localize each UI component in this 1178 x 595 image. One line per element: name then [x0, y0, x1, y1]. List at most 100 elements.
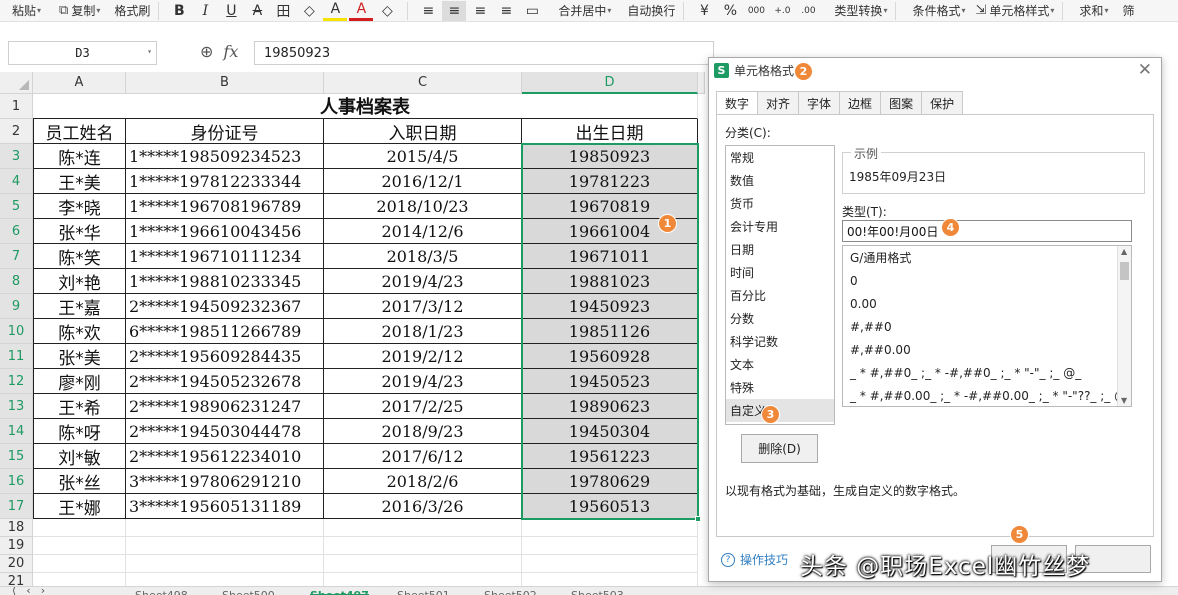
table-cell[interactable]: 2017/3/12 — [324, 294, 522, 319]
empty-cell[interactable] — [324, 555, 522, 573]
sheet-tab[interactable]: Sheet501 — [397, 587, 450, 595]
magnifier-icon[interactable]: ⊕ — [200, 42, 213, 61]
category-item[interactable]: 特殊 — [726, 376, 834, 399]
row-header-5[interactable]: 5 — [0, 194, 33, 219]
italic-button[interactable]: I — [193, 1, 217, 21]
merge-center-button[interactable]: 合并居中 ▾ — [558, 2, 611, 19]
fill-color-button[interactable]: ◇ — [297, 1, 321, 21]
table-cell[interactable]: 陈*呀 — [33, 419, 126, 444]
table-cell[interactable]: 3*****195605131189 — [126, 494, 324, 519]
column-title[interactable]: 出生日期 — [522, 119, 698, 144]
table-cell[interactable]: 陈*笑 — [33, 244, 126, 269]
table-cell[interactable]: 2*****194505232678 — [126, 369, 324, 394]
table-cell[interactable]: 2019/2/12 — [324, 344, 522, 369]
format-item[interactable]: G/通用格式 — [843, 246, 1131, 269]
table-cell[interactable]: 2017/6/12 — [324, 444, 522, 469]
sum-button[interactable]: 求和 ▾ — [1079, 2, 1108, 19]
select-all-corner[interactable] — [0, 72, 33, 94]
align-center-button[interactable]: ≡ — [442, 0, 467, 21]
align-left-button[interactable]: ≡ — [416, 1, 440, 21]
filter-button[interactable]: 筛 — [1122, 2, 1134, 19]
table-cell[interactable]: 2019/4/23 — [324, 269, 522, 294]
empty-cell[interactable] — [33, 573, 126, 586]
empty-cell[interactable] — [126, 555, 324, 573]
table-cell[interactable]: 19781223 — [522, 169, 698, 194]
close-icon[interactable]: ✕ — [1138, 60, 1152, 80]
table-cell[interactable]: 1*****198509234523 — [126, 144, 324, 169]
empty-cell[interactable] — [324, 537, 522, 555]
justify-button[interactable]: ≡ — [494, 1, 518, 21]
row-header-6[interactable]: 6 — [0, 219, 33, 244]
decrease-decimal-button[interactable]: .00 — [796, 1, 820, 21]
sheet-tab[interactable]: Sheet502 — [484, 587, 537, 595]
table-cell[interactable]: 2018/9/23 — [324, 419, 522, 444]
empty-cell[interactable] — [126, 573, 324, 586]
scroll-up-icon[interactable]: ▲ — [1121, 247, 1127, 256]
table-cell[interactable]: 19450923 — [522, 294, 698, 319]
row-header-20[interactable]: 20 — [0, 555, 33, 573]
column-title[interactable]: 员工姓名 — [33, 119, 126, 144]
table-cell[interactable]: 1*****198810233345 — [126, 269, 324, 294]
table-cell[interactable]: 1*****196708196789 — [126, 194, 324, 219]
align-right-button[interactable]: ≡ — [468, 1, 492, 21]
table-cell[interactable]: 19850923 — [522, 144, 698, 169]
category-item[interactable]: 科学记数 — [726, 330, 834, 353]
table-cell[interactable]: 张*丝 — [33, 469, 126, 494]
format-item[interactable]: #,##0.00 — [843, 338, 1131, 361]
table-cell[interactable]: 2014/12/6 — [324, 219, 522, 244]
table-cell[interactable]: 张*美 — [33, 344, 126, 369]
paste-button[interactable]: 粘贴 ▾ — [12, 2, 41, 19]
row-header-12[interactable]: 12 — [0, 369, 33, 394]
dialog-tab[interactable]: 字体 — [799, 91, 841, 115]
table-cell[interactable]: 王*娜 — [33, 494, 126, 519]
table-cell[interactable]: 3*****197806291210 — [126, 469, 324, 494]
dialog-tab[interactable]: 边框 — [840, 91, 882, 115]
table-cell[interactable]: 2018/1/23 — [324, 319, 522, 344]
table-cell[interactable]: 19851126 — [522, 319, 698, 344]
empty-cell[interactable] — [126, 537, 324, 555]
row-header-4[interactable]: 4 — [0, 169, 33, 194]
empty-cell[interactable] — [522, 573, 698, 586]
table-cell[interactable]: 2017/2/25 — [324, 394, 522, 419]
format-item[interactable]: #,##0 — [843, 315, 1131, 338]
bold-button[interactable]: B — [167, 1, 191, 21]
dialog-titlebar[interactable]: S 单元格格式 ✕ — [709, 58, 1161, 84]
table-cell[interactable]: 19881023 — [522, 269, 698, 294]
empty-cell[interactable] — [522, 519, 698, 537]
clear-format-button[interactable]: ◇ — [375, 1, 399, 21]
table-cell[interactable]: 19450304 — [522, 419, 698, 444]
format-item[interactable]: 0 — [843, 269, 1131, 292]
category-item[interactable]: 常规 — [726, 146, 834, 169]
format-list-scrollbar[interactable]: ▲ ▼ — [1117, 246, 1131, 406]
table-cell[interactable]: 19561223 — [522, 444, 698, 469]
row-header-11[interactable]: 11 — [0, 344, 33, 369]
category-item[interactable]: 文本 — [726, 353, 834, 376]
sheet-nav-arrows[interactable]: ⟨‹› — [12, 587, 55, 595]
cell-style-button[interactable]: ⇲ 单元格样式 ▾ — [975, 2, 1054, 19]
table-cell[interactable]: 2018/3/5 — [324, 244, 522, 269]
distributed-button[interactable]: ▭ — [520, 1, 544, 21]
table-cell[interactable]: 2*****195612234010 — [126, 444, 324, 469]
category-item[interactable]: 数值 — [726, 169, 834, 192]
empty-cell[interactable] — [33, 519, 126, 537]
conditional-format-button[interactable]: 条件格式 ▾ — [912, 2, 965, 19]
table-cell[interactable]: 19450523 — [522, 369, 698, 394]
row-header-10[interactable]: 10 — [0, 319, 33, 344]
table-cell[interactable]: 2019/4/23 — [324, 369, 522, 394]
scroll-down-icon[interactable]: ▼ — [1121, 396, 1127, 405]
sheet-tab[interactable]: Sheet500 — [222, 587, 275, 595]
table-cell[interactable]: 廖*刚 — [33, 369, 126, 394]
wrap-text-button[interactable]: 自动换行 — [627, 2, 675, 19]
empty-cell[interactable] — [324, 573, 522, 586]
table-cell[interactable]: 19560513 — [522, 494, 698, 519]
format-item[interactable]: _ * #,##0_ ;_ * -#,##0_ ;_ * "-"_ ;_ @_ — [843, 361, 1131, 384]
table-cell[interactable]: 2*****194509232367 — [126, 294, 324, 319]
table-cell[interactable]: 2*****194503044478 — [126, 419, 324, 444]
category-item[interactable]: 时间 — [726, 261, 834, 284]
thousands-button[interactable]: 000 — [744, 1, 768, 21]
delete-button[interactable]: 删除(D) — [741, 434, 818, 463]
category-item[interactable]: 货币 — [726, 192, 834, 215]
category-item[interactable]: 分数 — [726, 307, 834, 330]
row-header-19[interactable]: 19 — [0, 537, 33, 555]
row-header-16[interactable]: 16 — [0, 469, 33, 494]
